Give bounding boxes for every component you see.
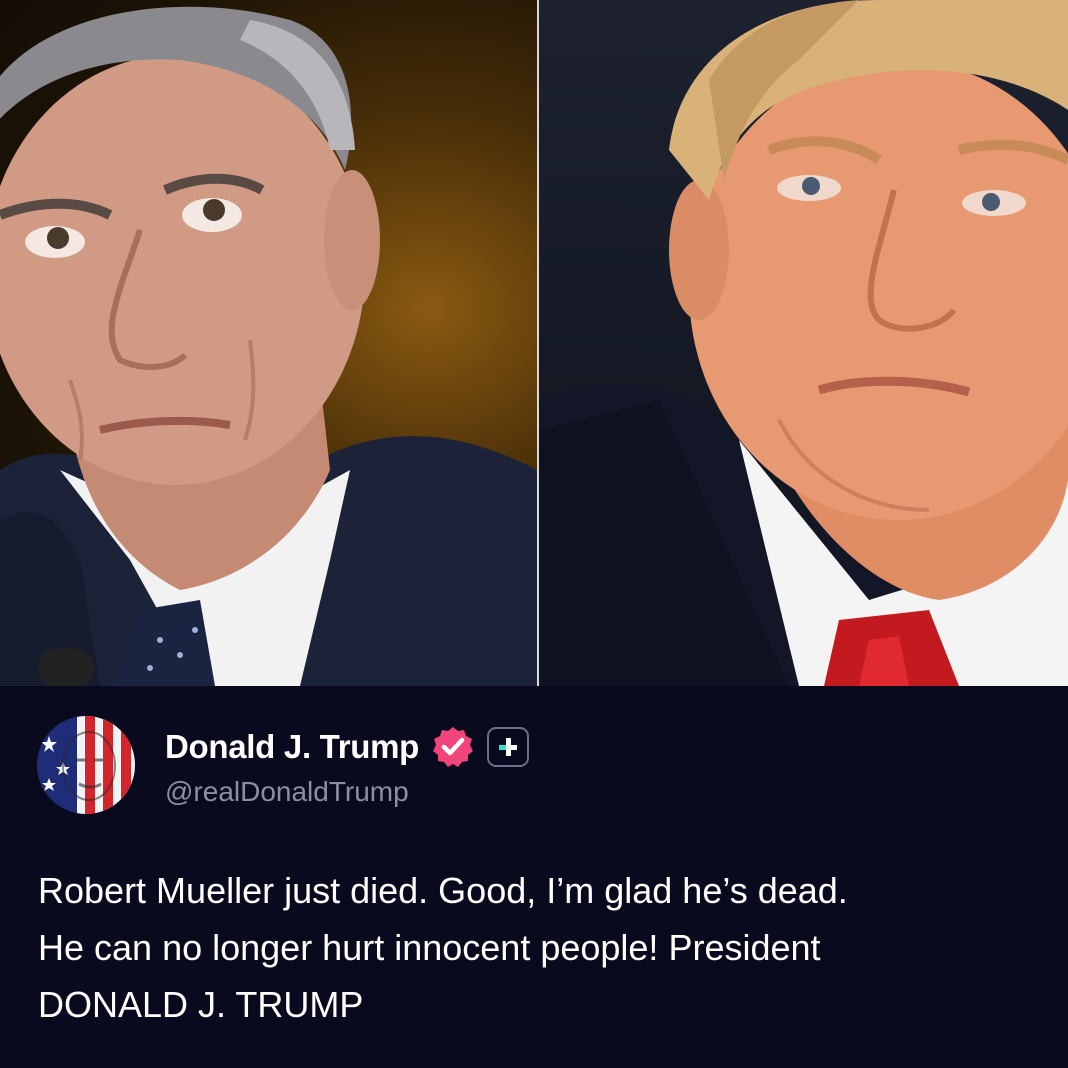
flag-portrait-avatar[interactable] — [37, 716, 135, 814]
photo-collage — [0, 0, 1068, 686]
author-row: Donald J. Trump — [165, 724, 530, 770]
plus-icon — [499, 738, 518, 756]
plus-badge-icon[interactable] — [487, 727, 530, 767]
post-body-text: Robert Mueller just died. Good, I’m glad… — [38, 870, 848, 1025]
author-display-name[interactable]: Donald J. Trump — [165, 728, 419, 766]
author-handle[interactable]: @realDonaldTrump — [165, 776, 409, 808]
avatar-icon — [37, 716, 135, 814]
post-card: Donald J. Trump @realDonaldTrump Robert … — [0, 686, 1068, 1068]
verified-badge-icon — [433, 727, 474, 767]
photo-right[interactable] — [539, 0, 1068, 686]
portrait-right-illustration — [539, 0, 1068, 686]
portrait-left-illustration — [0, 6, 537, 686]
photo-left[interactable] — [0, 0, 537, 686]
post-screenshot: Donald J. Trump @realDonaldTrump Robert … — [0, 0, 1068, 1068]
